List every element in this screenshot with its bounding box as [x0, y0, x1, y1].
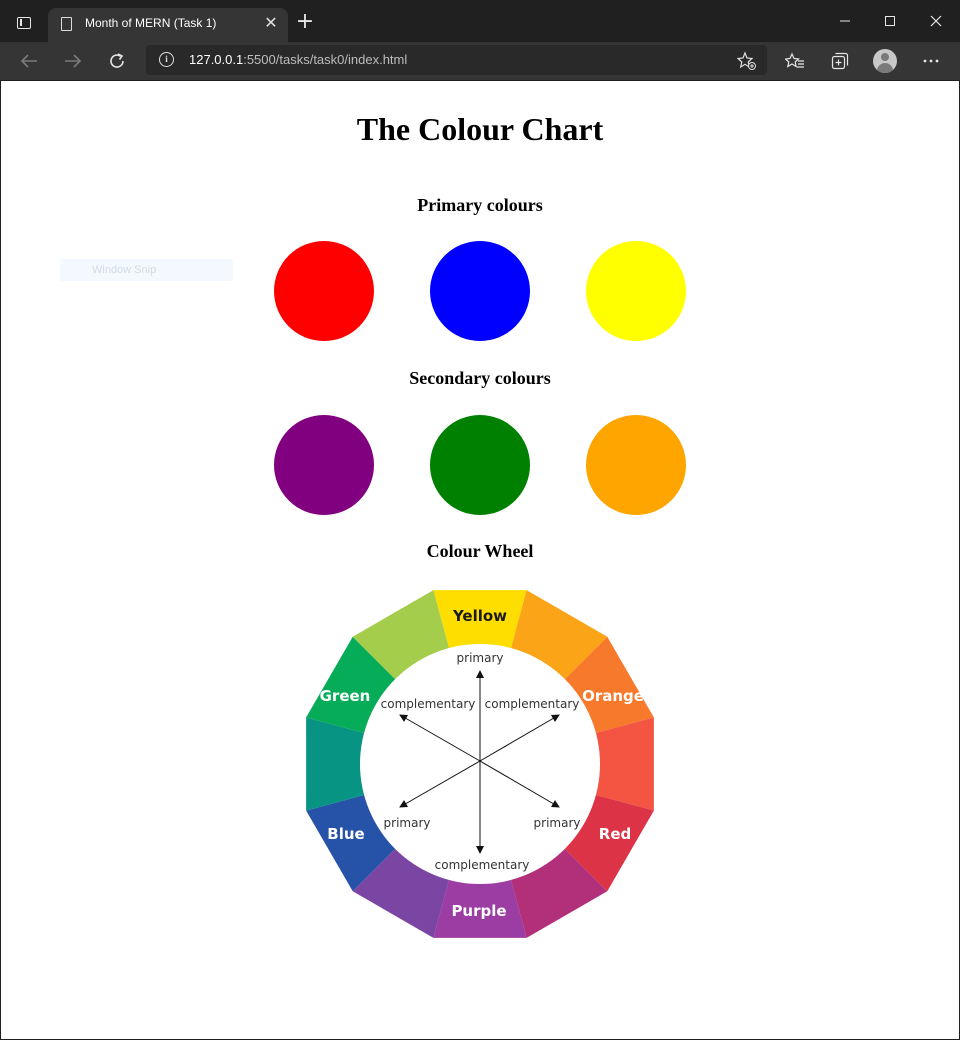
info-icon[interactable]: i: [159, 52, 174, 67]
wheel-segment: [306, 717, 365, 811]
url-text[interactable]: 127.0.0.1:5500/tasks/task0/index.html: [189, 52, 407, 67]
wheel-label-red: Red: [599, 825, 631, 843]
colour-wheel-image: primary primary primary complementary co…: [306, 590, 654, 938]
more-icon[interactable]: [916, 46, 946, 76]
wheel-label-purple: Purple: [451, 902, 506, 920]
inner-label-bottom-left: primary: [384, 816, 431, 830]
address-bar[interactable]: i 127.0.0.1:5500/tasks/task0/index.html: [146, 45, 767, 75]
collections-icon[interactable]: [825, 46, 855, 76]
inner-label-top: primary: [457, 651, 504, 665]
wheel-label-yellow: Yellow: [452, 607, 507, 625]
primary-circle-red: [274, 241, 374, 341]
window-snip-overlay: Window Snip: [60, 259, 233, 281]
browser-title-bar: Month of MERN (Task 1) ✕ +: [0, 0, 960, 42]
wheel-label-orange: Orange: [582, 687, 644, 705]
add-favorite-icon[interactable]: [736, 51, 757, 75]
tab-title: Month of MERN (Task 1): [85, 16, 217, 30]
wheel-label-blue: Blue: [327, 825, 364, 843]
page-icon: [61, 17, 72, 31]
favorites-icon[interactable]: [780, 46, 810, 76]
secondary-circle-green: [430, 415, 530, 515]
inner-label-bottom-right: primary: [534, 816, 581, 830]
window-menu-icon[interactable]: [17, 17, 31, 29]
browser-tab[interactable]: Month of MERN (Task 1) ✕: [48, 8, 288, 42]
maximize-icon[interactable]: [867, 6, 913, 36]
secondary-circle-orange: [586, 415, 686, 515]
new-tab-icon[interactable]: +: [295, 11, 315, 33]
close-icon[interactable]: [913, 6, 959, 36]
primary-circle-yellow: [586, 241, 686, 341]
browser-toolbar: i 127.0.0.1:5500/tasks/task0/index.html: [0, 42, 960, 81]
back-icon[interactable]: [14, 46, 44, 76]
profile-icon[interactable]: [873, 49, 897, 73]
primary-circle-blue: [430, 241, 530, 341]
page-title: The Colour Chart: [356, 111, 604, 147]
close-tab-icon[interactable]: ✕: [262, 14, 280, 32]
secondary-circle-purple: [274, 415, 374, 515]
refresh-icon[interactable]: [102, 46, 132, 76]
primary-heading: Primary colours: [417, 195, 543, 215]
minimize-icon[interactable]: [822, 6, 868, 36]
wheel-segment: [595, 717, 654, 811]
forward-icon[interactable]: [58, 46, 88, 76]
wheel-heading: Colour Wheel: [426, 541, 534, 561]
inner-label-upper-right: complementary: [485, 697, 580, 711]
inner-label-bottom: complementary: [435, 858, 530, 872]
secondary-heading: Secondary colours: [409, 368, 551, 388]
inner-label-upper-left: complementary: [381, 697, 476, 711]
wheel-label-green: Green: [320, 687, 371, 705]
